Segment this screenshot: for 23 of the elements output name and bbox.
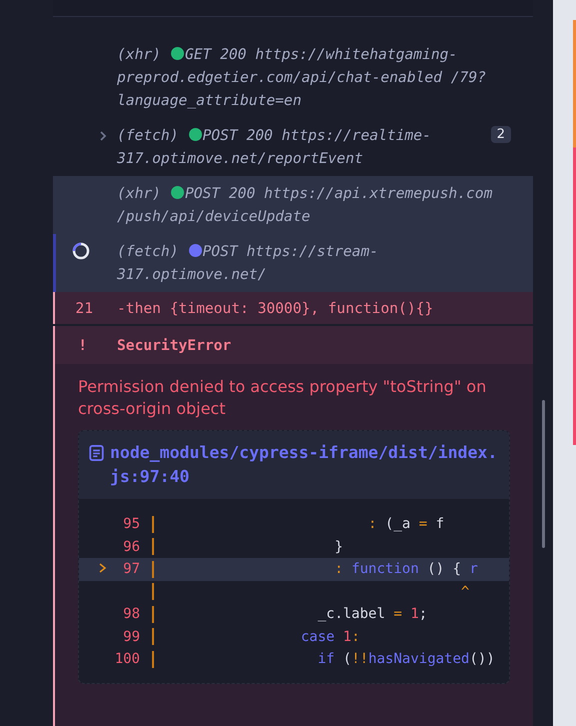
- command-number: 21: [74, 300, 93, 316]
- code-line: 96 }: [122, 537, 344, 558]
- code-line: ^: [79, 580, 509, 603]
- request-text: (xhr) GET 200 https://whitehatgaming-preprod.edgetier.com/api/chat-enabled /79?language_attribute=en: [117, 45, 488, 111]
- code-line: 95 : (_a = f: [122, 514, 446, 535]
- failed-command-row[interactable]: 21 -then {timeout: 30000}, function(){}: [53, 292, 533, 324]
- code-line: 99 case 1:: [122, 627, 361, 648]
- chevron-right-icon[interactable]: [99, 130, 107, 142]
- command-row[interactable]: (xhr) POST 200 https://api.xtremepush.com /push/api/deviceUpdate: [53, 176, 533, 234]
- request-text: (xhr) POST 200 https://api.xtremepush.com /push/api/deviceUpdate: [117, 184, 494, 227]
- error-name: SecurityError: [117, 336, 232, 354]
- code-line: 100 if (!!hasNavigated()): [114, 650, 496, 670]
- command-row[interactable]: (fetch) POST https://stream-317.optimove.net/: [53, 234, 533, 292]
- error-message: Permission denied to access property "toString" on cross-origin object: [77, 376, 488, 420]
- current-line-icon: [99, 563, 107, 574]
- scrollbar-thumb[interactable]: [542, 400, 544, 548]
- error-mark: !: [77, 336, 87, 354]
- code-line: 98 _c.label = 1;: [122, 604, 428, 625]
- request-text: (fetch) POST 200 https://realtime-317.optimove.net/reportEvent: [117, 126, 432, 169]
- request-text: (fetch) POST https://stream-317.optimove.net/: [117, 242, 380, 285]
- file-icon: [89, 443, 104, 463]
- command-text: -then {timeout: 30000}, function(){}: [117, 300, 434, 316]
- count-badge: 2: [490, 126, 511, 143]
